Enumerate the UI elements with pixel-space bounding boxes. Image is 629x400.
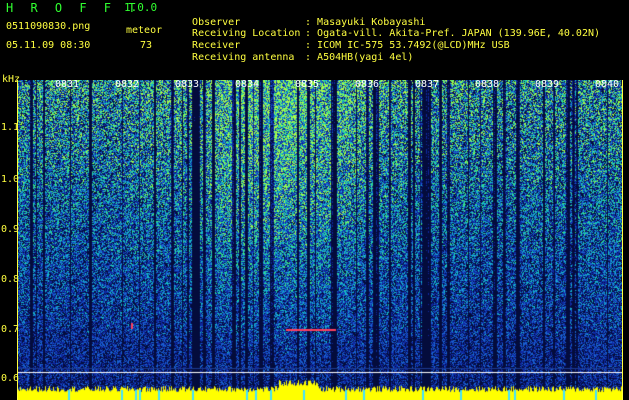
- y-tick-label: 0.9: [1, 224, 20, 235]
- right-axis-line: [622, 80, 623, 400]
- x-tick-label: 0839: [535, 79, 560, 90]
- y-tick-label: 0.8: [1, 274, 20, 285]
- x-tick-label: 0836: [355, 79, 380, 90]
- capture-datetime: 05.11.09 08:30: [6, 40, 91, 51]
- x-tick-label: 0833: [175, 79, 200, 90]
- y-tick-label: 0.6: [1, 373, 20, 384]
- app-version: 1.0.0: [124, 1, 158, 14]
- spectrogram: [18, 80, 622, 400]
- meteor-label: meteor: [126, 25, 163, 36]
- meta-value: A504HB(yagi 4el): [317, 52, 414, 63]
- x-tick-label: 0837: [415, 79, 440, 90]
- y-tick-label: 1.0: [1, 174, 20, 185]
- meta-row-antenna: Receiving antenna: A504HB(yagi 4el): [180, 40, 413, 64]
- x-tick-label: 0832: [115, 79, 140, 90]
- x-tick-label: 0834: [235, 79, 260, 90]
- meta-key: Receiving antenna: [192, 52, 295, 63]
- meteor-count: 73: [140, 40, 153, 51]
- app-title: H R O F F T: [6, 1, 141, 15]
- x-tick-label: 0838: [475, 79, 500, 90]
- x-tick-label: 0840: [595, 79, 620, 90]
- meta-separator: :: [305, 52, 312, 63]
- x-tick-label: 0835: [295, 79, 320, 90]
- file-name: 0511090830.png: [6, 21, 91, 32]
- x-tick-label: 0831: [55, 79, 80, 90]
- y-tick-label: 0.7: [1, 324, 20, 335]
- y-tick-label: 1.1: [1, 122, 20, 133]
